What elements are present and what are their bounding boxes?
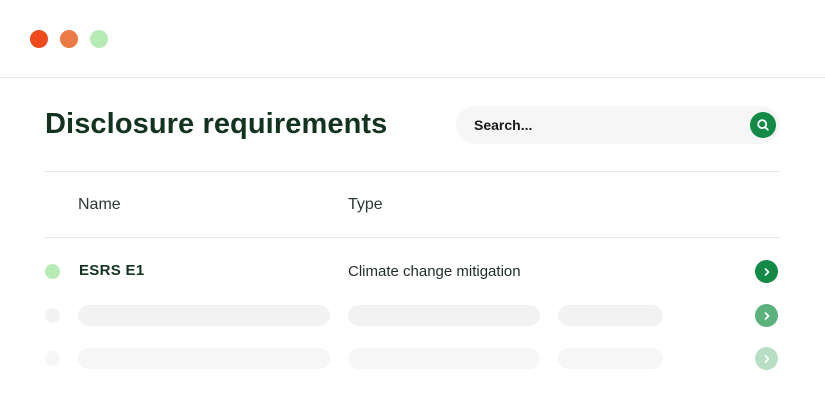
skeleton-type	[348, 305, 540, 326]
skeleton-extra	[558, 348, 663, 369]
row-open-button[interactable]	[755, 260, 778, 283]
status-dot	[45, 351, 60, 366]
chevron-right-icon	[764, 354, 769, 363]
chevron-right-icon	[764, 311, 769, 320]
status-dot	[45, 308, 60, 323]
search-bar	[456, 106, 780, 144]
skeleton-extra	[558, 305, 663, 326]
skeleton-name	[78, 305, 330, 326]
row-type: Climate change mitigation	[348, 263, 521, 280]
table-top-divider	[45, 171, 780, 172]
window-titlebar	[0, 0, 825, 78]
page-title: Disclosure requirements	[45, 108, 388, 140]
window-maximize-button[interactable]	[90, 30, 108, 48]
skeleton-type	[348, 348, 540, 369]
row-name: ESRS E1	[79, 262, 145, 279]
skeleton-name	[78, 348, 330, 369]
row-open-button[interactable]	[755, 304, 778, 327]
window-close-button[interactable]	[30, 30, 48, 48]
column-header-name[interactable]: Name	[78, 196, 121, 214]
search-icon	[757, 119, 769, 131]
row-open-button[interactable]	[755, 347, 778, 370]
status-dot	[45, 264, 60, 279]
window-minimize-button[interactable]	[60, 30, 78, 48]
search-button[interactable]	[750, 112, 776, 138]
table-header-divider	[45, 237, 780, 238]
column-header-type[interactable]: Type	[348, 196, 383, 214]
chevron-right-icon	[764, 267, 769, 276]
search-input[interactable]	[468, 106, 738, 144]
